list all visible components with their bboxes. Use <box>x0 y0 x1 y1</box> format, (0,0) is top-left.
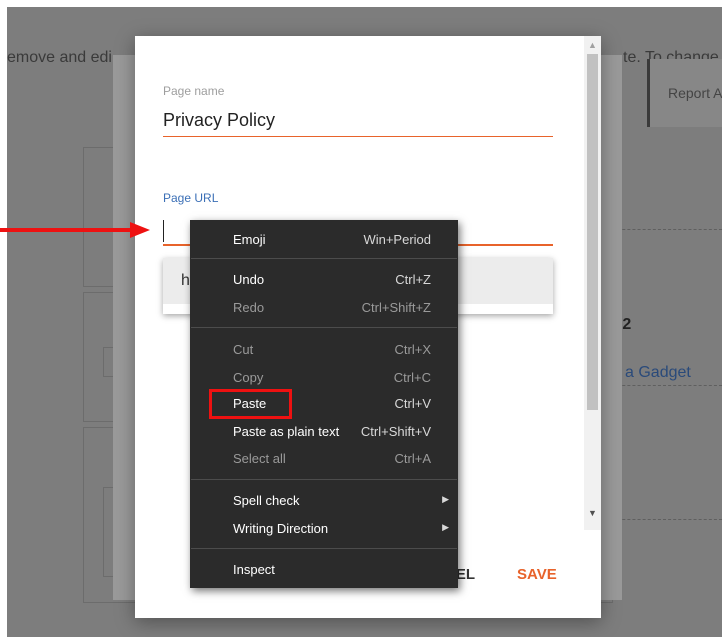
menu-item-label: Emoji <box>233 232 266 247</box>
menu-separator <box>191 548 457 549</box>
pointer-arrow-shaft <box>0 228 132 232</box>
background-divider <box>607 385 722 386</box>
page-url-label: Page URL <box>163 191 219 205</box>
context-menu-item-writing-direction[interactable]: Writing Direction ▶ <box>190 516 458 542</box>
save-button[interactable]: SAVE <box>517 566 557 583</box>
context-menu-item-undo[interactable]: Undo Ctrl+Z <box>190 267 458 293</box>
background-divider <box>607 229 722 230</box>
menu-item-shortcut: Ctrl+Shift+V <box>360 424 431 439</box>
background-instruction-text: emove and edi <box>7 49 112 66</box>
menu-item-label: Spell check <box>233 493 300 508</box>
menu-item-shortcut: Ctrl+A <box>394 451 431 466</box>
menu-item-label: Inspect <box>233 562 275 577</box>
context-menu-item-inspect[interactable]: Inspect <box>190 557 458 583</box>
screenshot-stage: emove and edi te. To change Report A -2 … <box>0 0 722 637</box>
triangle-up-icon[interactable]: ▲ <box>588 40 597 50</box>
menu-item-shortcut: Ctrl+X <box>394 342 431 357</box>
page-url-input[interactable] <box>163 220 164 242</box>
scrollbar-thumb[interactable] <box>587 54 598 410</box>
context-menu-item-redo[interactable]: Redo Ctrl+Shift+Z <box>190 295 458 321</box>
menu-item-shortcut: Win+Period <box>363 232 431 247</box>
menu-separator <box>191 327 457 328</box>
chevron-right-icon: ▶ <box>442 494 449 504</box>
background-tab-label: Report A <box>668 85 722 101</box>
triangle-down-icon[interactable]: ▼ <box>588 508 597 518</box>
dialog-scrollbar[interactable]: ▲ ▼ <box>584 36 601 530</box>
background-add-gadget-link: l a Gadget <box>617 364 691 381</box>
menu-item-shortcut: Ctrl+Shift+Z <box>361 300 431 315</box>
menu-item-label: Paste as plain text <box>233 424 340 439</box>
context-menu-item-spell-check[interactable]: Spell check ▶ <box>190 488 458 514</box>
menu-item-shortcut: Ctrl+C <box>393 370 431 385</box>
context-menu-item-copy[interactable]: Copy Ctrl+C <box>190 365 458 391</box>
menu-item-label: Undo <box>233 272 265 287</box>
background-divider <box>607 519 722 520</box>
menu-item-label: Writing Direction <box>233 521 329 536</box>
paste-highlight-box <box>209 389 292 419</box>
context-menu-item-cut[interactable]: Cut Ctrl+X <box>190 337 458 363</box>
autocomplete-suggestion-text: h <box>181 272 190 289</box>
context-menu-item-emoji[interactable]: Emoji Win+Period <box>190 227 458 253</box>
context-menu-item-paste-plain-text[interactable]: Paste as plain text Ctrl+Shift+V <box>190 419 458 445</box>
menu-item-label: Copy <box>233 370 264 385</box>
menu-item-shortcut: Ctrl+Z <box>395 272 431 287</box>
background-tab: Report A <box>647 59 722 127</box>
page-name-underline <box>163 136 553 137</box>
menu-item-shortcut: Ctrl+V <box>394 396 431 411</box>
page-name-input[interactable]: Privacy Policy <box>163 110 275 131</box>
page-name-label: Page name <box>163 84 225 98</box>
menu-item-label: Cut <box>233 342 254 357</box>
menu-item-label: Redo <box>233 300 265 315</box>
chevron-right-icon: ▶ <box>442 522 449 532</box>
menu-separator <box>191 479 457 480</box>
menu-separator <box>191 258 457 259</box>
context-menu-item-select-all[interactable]: Select all Ctrl+A <box>190 446 458 472</box>
menu-item-label: Select all <box>233 451 286 466</box>
pointer-arrow-icon <box>130 222 150 238</box>
